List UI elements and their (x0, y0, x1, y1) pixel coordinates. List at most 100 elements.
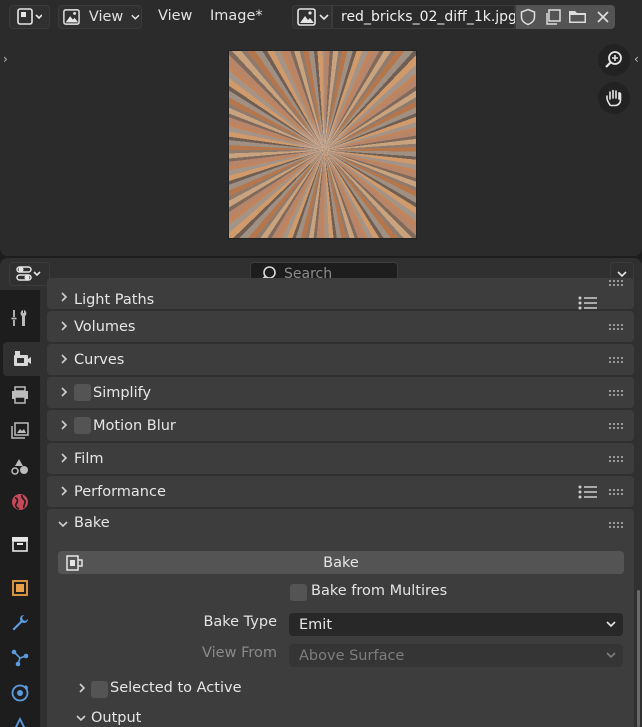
unlink-image-button[interactable] (590, 5, 615, 29)
toolbar-expand-arrow[interactable]: › (3, 52, 8, 66)
image-editor-header: View View Image* red_bricks_02_diff_1k.j… (0, 0, 642, 34)
image-editor: View View Image* red_bricks_02_diff_1k.j… (0, 0, 642, 256)
chevron-right-icon (61, 292, 68, 302)
view-from-value: Above Surface (299, 647, 405, 664)
tab-output[interactable] (0, 378, 40, 412)
tab-collection[interactable] (0, 527, 40, 561)
panel-label: Film (74, 450, 104, 467)
properties-tabs (0, 290, 40, 727)
zoom-gizmo[interactable] (598, 44, 630, 76)
panel-volumes[interactable]: Volumes (47, 311, 634, 342)
panel-label: Motion Blur (93, 417, 176, 434)
image-browse-icon (297, 8, 316, 26)
properties-editor: Search Light Paths Volumes Curves Simpli… (0, 258, 642, 727)
sidebar-expand-arrow[interactable]: ‹ (634, 52, 639, 66)
tab-constraints[interactable] (0, 708, 40, 727)
chevron-right-icon (61, 354, 68, 364)
panel-performance[interactable]: Performance (47, 476, 634, 507)
editor-type-button[interactable] (9, 262, 50, 286)
close-icon (596, 11, 609, 23)
properties-scrollbar[interactable] (637, 590, 640, 727)
panel-label: Bake (74, 515, 110, 531)
panel-bake: Bake Bake Bake from Multires Bake Type E… (47, 509, 634, 727)
image-menu[interactable]: Image* (210, 8, 263, 24)
chevron-right-icon (61, 486, 68, 496)
physics-icon (11, 684, 29, 702)
drag-grip-icon[interactable] (609, 423, 625, 429)
open-image-button[interactable] (565, 5, 590, 29)
tab-physics[interactable] (0, 676, 40, 710)
drag-grip-icon[interactable] (609, 456, 625, 462)
bake-button-label: Bake (323, 554, 359, 571)
image-editor-icon (17, 8, 42, 25)
chevron-down-icon (131, 14, 140, 20)
presets-list-icon[interactable] (578, 484, 598, 500)
drag-grip-icon[interactable] (609, 357, 625, 363)
panel-label: Simplify (93, 384, 152, 401)
bake-type-dropdown[interactable]: Emit (289, 613, 623, 636)
tab-object[interactable] (0, 571, 40, 605)
panel-motion-blur[interactable]: Motion Blur (47, 410, 634, 441)
selected-to-active-checkbox[interactable] (91, 681, 108, 698)
motion-blur-checkbox[interactable] (74, 417, 91, 434)
view-from-dropdown[interactable]: Above Surface (289, 644, 623, 667)
panel-label: Performance (74, 483, 166, 500)
tab-world[interactable] (0, 485, 40, 519)
view-from-label: View From (202, 645, 277, 661)
image-browse-button[interactable] (292, 5, 332, 29)
new-image-button[interactable] (540, 5, 565, 29)
panel-light-paths[interactable]: Light Paths (47, 278, 634, 311)
view-menu[interactable]: View (158, 8, 192, 24)
chevron-right-icon (61, 387, 68, 397)
panel-label: Curves (74, 351, 125, 368)
panel-simplify[interactable]: Simplify (47, 377, 634, 408)
world-icon (12, 494, 28, 510)
presets-list-icon[interactable] (578, 295, 598, 311)
panel-label: Volumes (74, 318, 136, 335)
panel-film[interactable]: Film (47, 443, 634, 474)
bake-panel-header[interactable]: Bake (47, 509, 634, 540)
drag-grip-icon[interactable] (609, 280, 625, 286)
properties-content: Light Paths Volumes Curves Simplify Moti… (40, 278, 642, 727)
subpanel-output[interactable]: Output (67, 704, 627, 727)
image-name-field[interactable]: red_bricks_02_diff_1k.jpg (332, 5, 517, 29)
tab-view-layer[interactable] (0, 414, 40, 448)
object-icon (12, 580, 28, 596)
shield-icon (520, 8, 536, 26)
simplify-checkbox[interactable] (74, 384, 91, 401)
output-icon (12, 386, 28, 404)
drag-grip-icon[interactable] (609, 489, 625, 495)
editor-type-button[interactable] (9, 5, 50, 29)
collection-icon (12, 537, 28, 552)
bake-button[interactable]: Bake (58, 551, 624, 574)
folder-icon (568, 11, 586, 23)
modifier-icon (12, 615, 28, 631)
chevron-down-icon (76, 715, 86, 722)
particles-icon (11, 649, 29, 667)
drag-grip-icon[interactable] (609, 390, 625, 396)
view-layer-icon (11, 422, 29, 439)
chevron-right-icon (61, 321, 68, 331)
panel-label: Light Paths (74, 292, 155, 308)
subpanel-label: Output (91, 710, 142, 726)
scene-icon (11, 459, 28, 475)
tab-tool[interactable] (0, 301, 40, 335)
fake-user-button[interactable] (515, 5, 540, 29)
panel-curves[interactable]: Curves (47, 344, 634, 375)
subpanel-selected-to-active[interactable]: Selected to Active (67, 674, 627, 700)
drag-grip-icon[interactable] (609, 522, 625, 528)
tool-icon (11, 310, 27, 326)
drag-grip-icon[interactable] (609, 324, 625, 330)
image-view-icon (63, 9, 80, 25)
pan-gizmo[interactable] (598, 82, 630, 114)
tab-particles[interactable] (0, 641, 40, 675)
tab-render[interactable] (3, 342, 40, 376)
view-mode-dropdown[interactable]: View (58, 5, 142, 29)
tab-scene[interactable] (0, 450, 40, 484)
bake-from-multires-checkbox[interactable] (290, 584, 307, 601)
render-icon (13, 351, 31, 366)
bake-from-multires-label: Bake from Multires (311, 583, 448, 599)
tab-modifier[interactable] (0, 606, 40, 640)
chevron-right-icon (79, 683, 86, 693)
chevron-right-icon (61, 453, 68, 463)
